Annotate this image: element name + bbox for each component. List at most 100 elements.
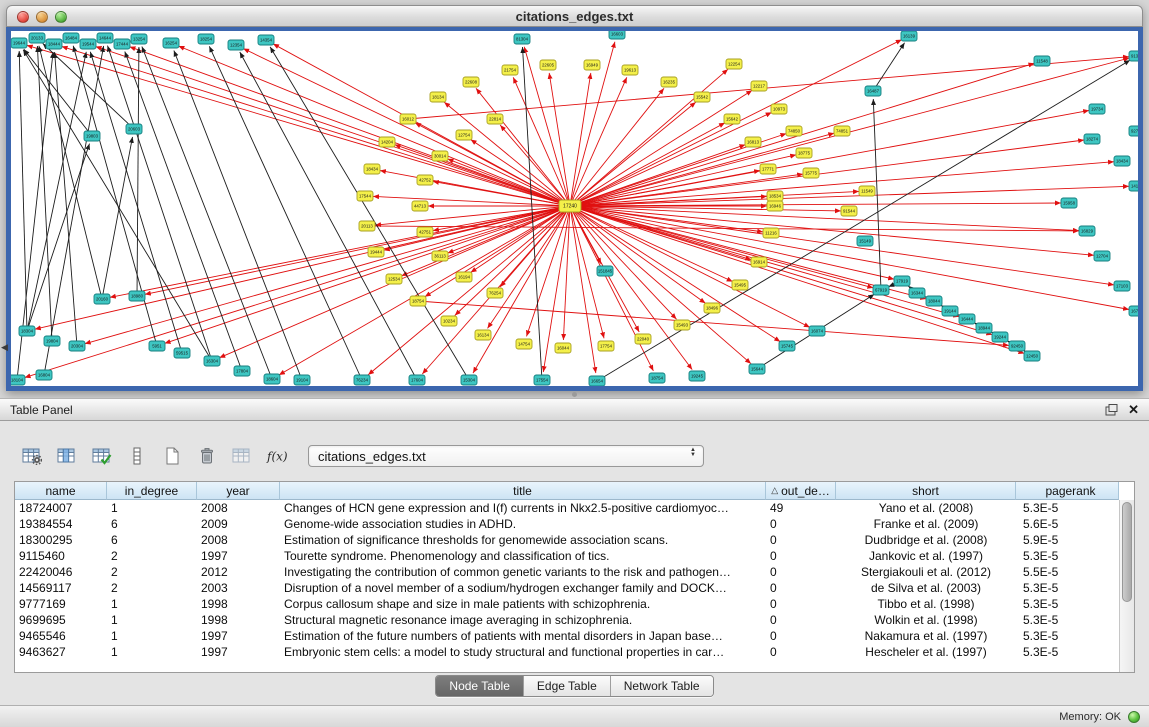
graph-node[interactable]: 19245	[689, 371, 705, 381]
graph-node[interactable]: 18754	[410, 296, 426, 306]
graph-node[interactable]: 151845	[597, 266, 613, 276]
graph-node[interactable]: 18104	[11, 375, 25, 385]
graph-node[interactable]: 10973	[771, 104, 787, 114]
graph-node[interactable]: 42752	[417, 175, 433, 185]
panel-divider-grip[interactable]	[572, 392, 577, 397]
graph-node[interactable]: 11548	[1034, 56, 1050, 66]
graph-node[interactable]: 15775	[803, 168, 819, 178]
graph-node[interactable]: 20113	[359, 221, 375, 231]
graph-node[interactable]: 18444	[46, 39, 62, 49]
graph-node[interactable]: 16194	[456, 272, 472, 282]
graph-node[interactable]: 18434	[364, 164, 380, 174]
graph-node[interactable]: 17604	[409, 375, 425, 385]
graph-node[interactable]: 19613	[622, 65, 638, 75]
graph-node[interactable]: 15745	[779, 341, 795, 351]
column-header-in_degree[interactable]: in_degree	[107, 482, 197, 500]
graph-node[interactable]: 5951	[149, 341, 165, 351]
graph-node[interactable]: 14204	[379, 137, 395, 147]
graph-node[interactable]: 12354	[228, 40, 244, 50]
graph-node[interactable]: 59515	[174, 348, 190, 358]
table-row[interactable]: 2242004622012Investigating the contribut…	[15, 564, 1119, 580]
graph-node[interactable]: 92450	[1009, 341, 1025, 351]
graph-node[interactable]: 17444	[114, 39, 130, 49]
graph-node[interactable]: 16012	[400, 114, 416, 124]
scrollbar-thumb[interactable]	[1122, 502, 1132, 602]
import-table-icon[interactable]	[226, 442, 257, 470]
graph-node[interactable]: 20160	[94, 294, 110, 304]
graph-node[interactable]: 17771	[760, 164, 776, 174]
collapse-control-panel-arrow[interactable]: ◀	[1, 342, 8, 353]
graph-node[interactable]: 19804	[44, 336, 60, 346]
graph-node[interactable]: 19104	[294, 375, 310, 385]
table-row[interactable]: 1938455462009Genome-wide association stu…	[15, 516, 1119, 532]
graph-node[interactable]: 16804	[36, 370, 52, 380]
row-height-icon[interactable]	[121, 442, 152, 470]
graph-node[interactable]: 19444	[368, 247, 384, 257]
graph-node[interactable]: 13254	[131, 34, 147, 44]
table-selector-dropdown[interactable]: citations_edges.txt ▲▼	[308, 445, 704, 467]
graph-node[interactable]: 15149	[857, 236, 873, 246]
graph-node[interactable]: 22605	[540, 60, 556, 70]
graph-node[interactable]: 19734	[1089, 104, 1105, 114]
graph-node[interactable]: 15542	[694, 92, 710, 102]
table-row[interactable]: 977716911998Corpus callosum shape and si…	[15, 596, 1119, 612]
graph-node[interactable]: 91544	[841, 206, 857, 216]
graph-node[interactable]: 16813	[745, 137, 761, 147]
graph-node[interactable]: 44713	[412, 201, 428, 211]
graph-node[interactable]: 12217	[751, 81, 767, 91]
graph-node[interactable]: 92734	[1129, 126, 1138, 136]
graph-node[interactable]: 18944	[976, 323, 992, 333]
graph-node[interactable]: 20304	[69, 341, 85, 351]
graph-node[interactable]: 16074	[809, 326, 825, 336]
graph-node[interactable]: 11549	[859, 186, 875, 196]
graph-node[interactable]: 10234	[441, 316, 457, 326]
table-row[interactable]: 946362711997Embryonic stem cells: a mode…	[15, 644, 1119, 660]
graph-node[interactable]: 15642	[724, 114, 740, 124]
graph-node[interactable]: 16654	[589, 376, 605, 386]
graph-node[interactable]: 16134	[475, 330, 491, 340]
graph-node[interactable]: 17804	[234, 366, 250, 376]
graph-node[interactable]: 12704	[1094, 251, 1110, 261]
graph-node[interactable]: 30014	[432, 151, 448, 161]
graph-node[interactable]: 76254	[487, 288, 503, 298]
graph-node[interactable]: 17103	[1114, 281, 1130, 291]
graph-node[interactable]: 16487	[865, 86, 881, 96]
graph-node[interactable]: 18775	[796, 148, 812, 158]
graph-node[interactable]: 19644	[11, 38, 27, 48]
graph-node[interactable]: 19544	[80, 39, 96, 49]
graph-node[interactable]: 14644	[97, 33, 113, 43]
column-header-out_de[interactable]: △out_de…	[766, 482, 836, 500]
table-row[interactable]: 1872400712008Changes of HCN gene express…	[15, 500, 1119, 516]
select-columns-icon[interactable]	[51, 442, 82, 470]
graph-node[interactable]: 21754	[502, 65, 518, 75]
table-row[interactable]: 911546021997Tourette syndrome. Phenomeno…	[15, 548, 1119, 564]
graph-node[interactable]: 16444	[959, 314, 975, 324]
graph-node[interactable]: 16774	[1129, 306, 1138, 316]
graph-node[interactable]: 18274	[1084, 134, 1100, 144]
tab-network-table[interactable]: Network Table	[611, 676, 713, 696]
graph-node[interactable]: 22814	[487, 114, 503, 124]
graph-node[interactable]: 16829	[1079, 226, 1095, 236]
graph-node[interactable]: 15644	[749, 364, 765, 374]
graph-node[interactable]: 16484	[63, 33, 79, 43]
graph-node[interactable]: 17919	[894, 276, 910, 286]
graph-node[interactable]: 22040	[635, 334, 651, 344]
graph-node[interactable]: 17754	[598, 341, 614, 351]
graph-node[interactable]: 16139	[901, 31, 917, 41]
graph-node[interactable]: 16603	[609, 31, 625, 39]
function-builder-icon[interactable]: f(x)	[261, 442, 292, 470]
graph-node[interactable]: 14154	[1129, 181, 1138, 191]
graph-node[interactable]: 15495	[732, 280, 748, 290]
graph-node[interactable]: 67919	[873, 285, 889, 295]
graph-node[interactable]: 19244	[992, 332, 1008, 342]
tab-edge-table[interactable]: Edge Table	[524, 676, 611, 696]
column-header-year[interactable]: year	[197, 482, 280, 500]
graph-node[interactable]: 12450	[1024, 351, 1040, 361]
graph-node[interactable]: 14754	[516, 339, 532, 349]
graph-node[interactable]: 18254	[198, 34, 214, 44]
graph-node[interactable]: 16044	[555, 343, 571, 353]
delete-table-icon[interactable]	[191, 442, 222, 470]
graph-node[interactable]: 18434	[1114, 156, 1130, 166]
new-table-icon[interactable]	[156, 442, 187, 470]
memory-indicator-orb[interactable]	[1128, 711, 1140, 723]
